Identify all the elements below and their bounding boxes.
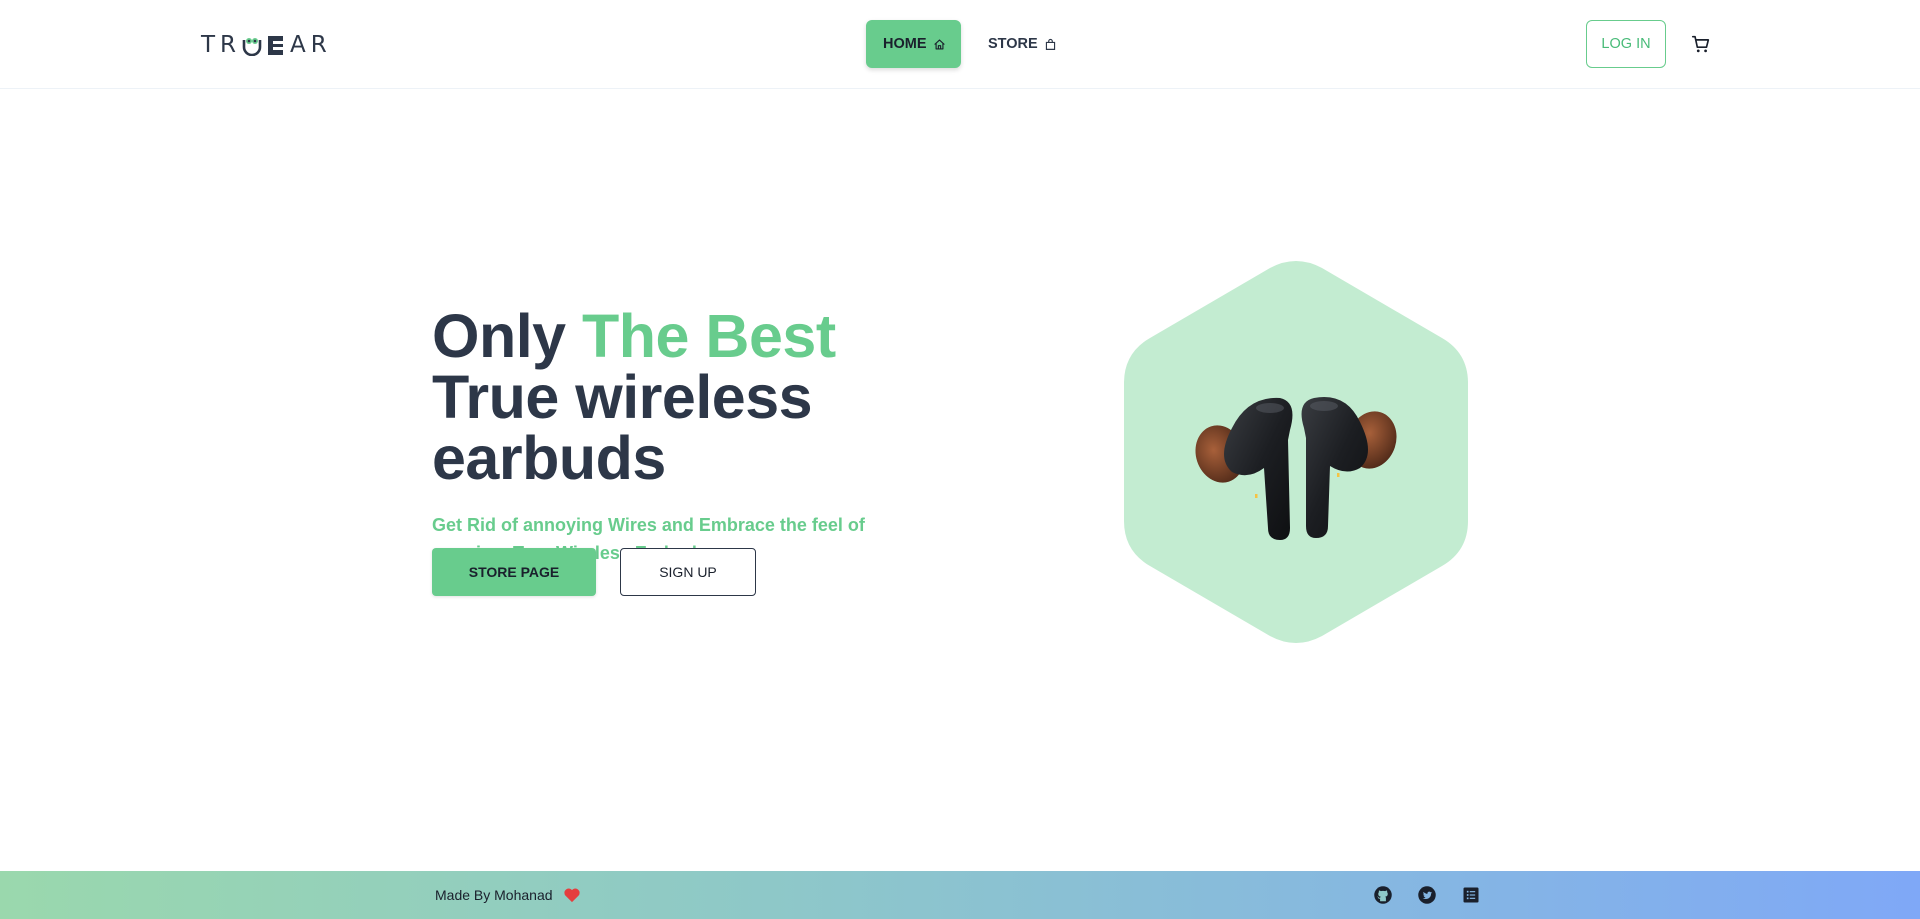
github-link[interactable] bbox=[1373, 885, 1393, 905]
logo-e-mark bbox=[268, 35, 284, 55]
home-icon bbox=[933, 38, 945, 50]
nav-store-label: STORE bbox=[988, 36, 1038, 52]
cart-icon bbox=[1691, 35, 1710, 53]
earbud-logo-icon bbox=[241, 34, 263, 56]
bag-icon bbox=[1045, 38, 1055, 50]
made-by-text: Made By Mohanad bbox=[435, 887, 553, 903]
nav-home-label: HOME bbox=[883, 36, 927, 52]
headline-accent: The Best bbox=[582, 302, 836, 370]
cart-button[interactable] bbox=[1690, 33, 1712, 55]
twitter-icon bbox=[1418, 886, 1436, 904]
social-links bbox=[1373, 885, 1481, 905]
notes-icon bbox=[1463, 887, 1479, 903]
github-icon bbox=[1374, 886, 1392, 904]
main-nav: HOME STORE bbox=[866, 20, 1074, 68]
hero-actions: STORE PAGE SIGN UP bbox=[432, 548, 756, 596]
nav-home[interactable]: HOME bbox=[866, 20, 961, 68]
sign-up-button[interactable]: SIGN UP bbox=[620, 548, 756, 596]
headline-start: Only bbox=[432, 302, 583, 370]
store-page-button[interactable]: STORE PAGE bbox=[432, 548, 596, 596]
hero-copy: Only The Best True wireless earbuds Get … bbox=[432, 306, 972, 567]
logo-text-end: AR bbox=[290, 32, 332, 58]
earbuds-product-image bbox=[1120, 258, 1472, 646]
logo-text-start: TR bbox=[201, 32, 242, 58]
nav-store[interactable]: STORE bbox=[971, 20, 1074, 68]
hexagon-backdrop bbox=[1124, 261, 1468, 643]
top-header: TR AR HOME STORE LOG IN bbox=[0, 0, 1920, 89]
site-footer: Made By Mohanad bbox=[0, 871, 1920, 919]
brand-logo[interactable]: TR AR bbox=[201, 32, 332, 58]
twitter-link[interactable] bbox=[1417, 885, 1437, 905]
headline-end: True wireless earbuds bbox=[432, 363, 813, 492]
notes-link[interactable] bbox=[1461, 885, 1481, 905]
credits: Made By Mohanad bbox=[435, 887, 581, 903]
hero-headline: Only The Best True wireless earbuds bbox=[432, 306, 972, 489]
login-button[interactable]: LOG IN bbox=[1586, 20, 1666, 68]
heart-icon bbox=[563, 888, 580, 903]
